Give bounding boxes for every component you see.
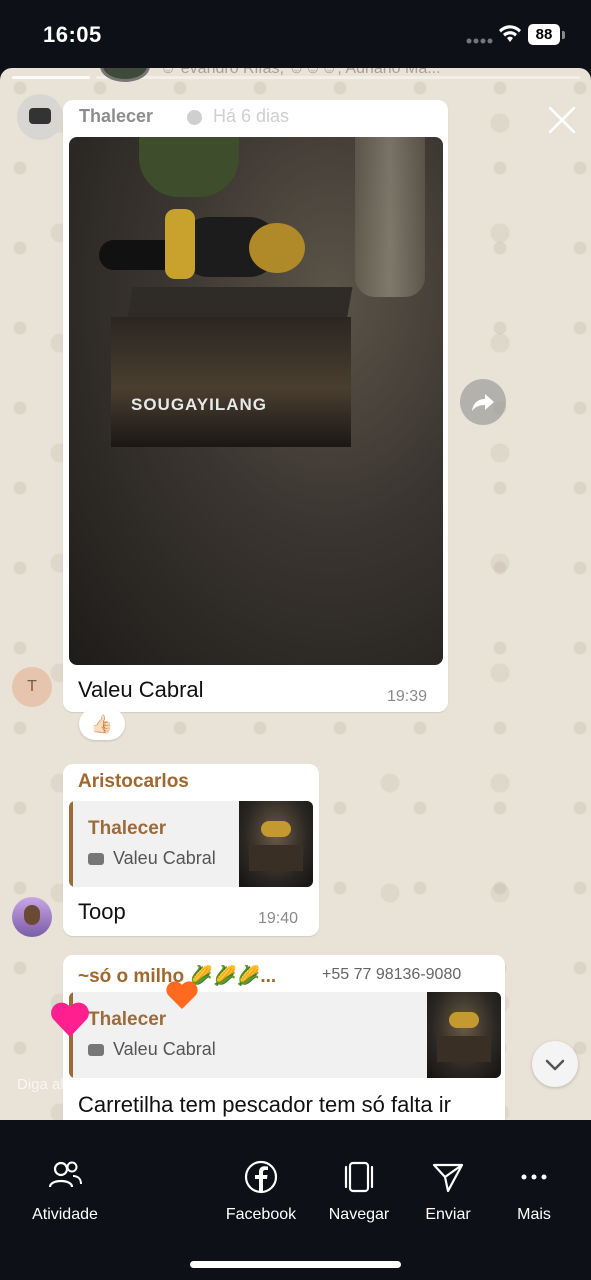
avatar: T <box>12 667 52 707</box>
close-icon[interactable] <box>546 104 578 136</box>
nav-navegar[interactable]: Navegar <box>318 1120 400 1230</box>
facebook-icon <box>244 1160 278 1194</box>
message-bubble-photo: SOUGAYILANG Valeu Cabral 19:39 <box>63 100 448 712</box>
quote-sender: Thalecer <box>88 818 167 839</box>
message-text: Valeu Cabral <box>78 677 204 702</box>
forward-button[interactable] <box>460 379 506 425</box>
verified-icon <box>187 110 202 125</box>
story-timestamp: Há 6 dias <box>213 106 290 126</box>
avatar <box>12 897 52 937</box>
chat-header-text: ☺ evandro Rifas, ☺☺☺, Adriano Ma... <box>160 68 441 77</box>
photo-bottle <box>355 137 425 297</box>
quote-thumbnail <box>427 992 501 1078</box>
thumb-box <box>249 845 303 871</box>
nav-label: Navegar <box>328 1206 390 1223</box>
nav-mais[interactable]: Mais <box>500 1120 568 1230</box>
wifi-icon <box>499 25 521 42</box>
thumb-reel <box>449 1012 479 1028</box>
photo-reel-gold <box>165 209 195 279</box>
nav-facebook[interactable]: Facebook <box>212 1120 310 1230</box>
photo-box <box>111 317 351 447</box>
reaction-badge[interactable]: 👍🏻 <box>79 708 125 740</box>
camera-icon <box>88 1044 104 1056</box>
camera-icon <box>29 108 51 124</box>
quote-text: Valeu Cabral <box>113 848 216 868</box>
quote-sender: Thalecer <box>88 1009 167 1030</box>
more-icon <box>521 1174 547 1180</box>
status-bar: 16:05 88 <box>0 0 591 68</box>
message-text: Carretilha tem pescador tem só falta ir <box>78 1092 451 1117</box>
nav-enviar[interactable]: Enviar <box>410 1120 486 1230</box>
photo-plant <box>139 137 239 197</box>
photo-brand-text: SOUGAYILANG <box>131 395 268 414</box>
story-progress-1 <box>12 76 90 79</box>
quote-thumbnail <box>239 801 313 887</box>
heart-icon <box>166 981 198 1009</box>
status-ring-avatar <box>100 68 150 82</box>
bottom-nav: Atividade Facebook Navegar Enviar Mais <box>0 1120 591 1280</box>
heart-icon <box>51 1002 89 1037</box>
chevron-down-icon <box>545 1059 565 1071</box>
story-viewer[interactable]: ☺ evandro Rifas, ☺☺☺, Adriano Ma... SOUG… <box>0 68 591 1120</box>
message-photo[interactable]: SOUGAYILANG <box>69 137 443 665</box>
nav-label: Mais <box>517 1206 551 1223</box>
avatar[interactable] <box>17 94 63 140</box>
battery-icon: 88 <box>528 24 560 45</box>
quoted-message[interactable]: Thalecer Valeu Cabral <box>69 992 501 1078</box>
nav-label: Facebook <box>225 1206 297 1223</box>
quoted-message[interactable]: Thalecer Valeu Cabral <box>69 801 313 887</box>
signal-icon <box>466 38 493 44</box>
quote-text: Valeu Cabral <box>113 1039 216 1059</box>
reply-input[interactable]: Diga algo... <box>17 1076 93 1093</box>
message-text: Toop <box>78 899 126 924</box>
message-bubble-reply: Aristocarlos Thalecer Valeu Cabral Toop … <box>63 764 319 936</box>
quote-bar <box>69 801 73 887</box>
browse-icon <box>344 1161 374 1193</box>
thumb-reel <box>261 821 291 837</box>
home-indicator[interactable] <box>190 1261 401 1268</box>
nav-label: Atividade <box>32 1206 98 1223</box>
status-time: 16:05 <box>43 22 102 47</box>
thumb-box <box>437 1036 491 1062</box>
message-time: 19:39 <box>387 688 428 705</box>
photo-reel-spool <box>249 223 305 273</box>
send-icon <box>432 1163 464 1193</box>
scroll-down-button[interactable] <box>532 1041 578 1087</box>
nav-atividade[interactable]: Atividade <box>14 1120 116 1230</box>
message-time: 19:40 <box>258 910 299 927</box>
battery-tip <box>562 31 565 39</box>
forward-icon <box>472 394 494 411</box>
message-sender: Aristocarlos <box>78 771 189 792</box>
camera-icon <box>88 853 104 865</box>
message-bubble-reply: ~só o milho 🌽🌽🌽... +55 77 98136-9080 Tha… <box>63 955 505 1120</box>
nav-label: Enviar <box>425 1206 471 1223</box>
people-icon <box>48 1161 82 1188</box>
sender-phone: +55 77 98136-9080 <box>322 966 462 983</box>
story-username[interactable]: Thalecer <box>79 106 153 127</box>
